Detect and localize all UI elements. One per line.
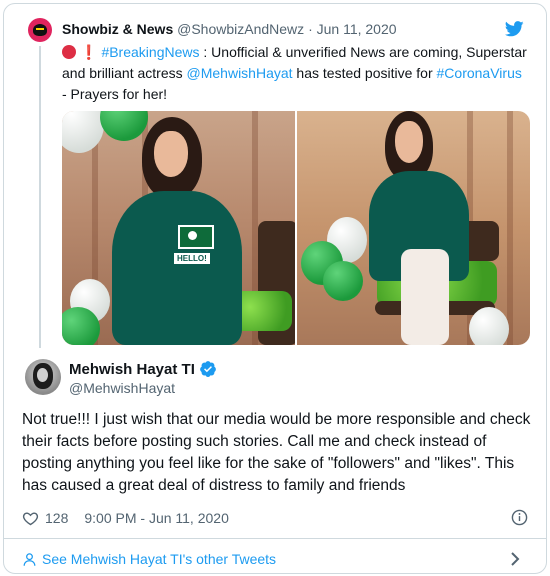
quoted-text-part3: - Prayers for her!: [62, 86, 168, 102]
like-count[interactable]: 128: [45, 510, 68, 526]
thread-line: [39, 46, 41, 348]
tweet-meta-row: 128 9:00 PM - Jun 11, 2020: [22, 508, 528, 528]
other-tweets-link[interactable]: See Mehwish Hayat TI's other Tweets: [22, 550, 528, 568]
media-grid: HELLO!: [62, 111, 530, 345]
tweet-text: Not true!!! I just wish that our media w…: [22, 411, 531, 494]
hashtag-breakingnews-link[interactable]: #BreakingNews: [101, 44, 199, 60]
footer-divider: [4, 538, 546, 539]
embedded-tweet-card: Showbiz & News @ShowbizAndNewz · Jun 11,…: [3, 3, 547, 574]
mention-mehwishhayat-link[interactable]: @MehwishHayat: [187, 65, 293, 81]
tweet-timestamp[interactable]: 9:00 PM - Jun 11, 2020: [84, 510, 229, 526]
quoted-author-handle[interactable]: @ShowbizAndNewz: [177, 21, 304, 37]
info-icon[interactable]: [511, 509, 528, 526]
author-avatar[interactable]: [25, 359, 61, 395]
twitter-bird-icon[interactable]: [505, 21, 524, 37]
quoted-header: Showbiz & News @ShowbizAndNewz · Jun 11,…: [62, 21, 397, 37]
quoted-author-name[interactable]: Showbiz & News: [62, 21, 173, 37]
other-tweets-label[interactable]: See Mehwish Hayat TI's other Tweets: [42, 551, 276, 567]
hashtag-coronavirus-link[interactable]: #CoronaVirus: [437, 65, 522, 81]
person-icon: [23, 552, 36, 566]
quoted-tweet-text: ❗ #BreakingNews : Unofficial & unverified…: [62, 42, 530, 105]
quoted-separator: ·: [308, 21, 317, 37]
exclamation-emoji: ❗: [80, 44, 98, 60]
author-handle[interactable]: @MehwishHayat: [69, 380, 175, 396]
photo-flag-label: HELLO!: [174, 253, 210, 264]
quoted-date[interactable]: Jun 11, 2020: [317, 21, 397, 37]
quoted-avatar[interactable]: [28, 18, 52, 42]
verified-badge-icon: [199, 361, 216, 377]
quoted-text-part2: has tested positive for: [292, 65, 437, 81]
author-name-row[interactable]: Mehwish Hayat TI: [69, 360, 217, 378]
media-photo-2[interactable]: [297, 111, 530, 345]
heart-icon[interactable]: [22, 510, 39, 527]
media-photo-1[interactable]: HELLO!: [62, 111, 295, 345]
author-name[interactable]: Mehwish Hayat TI: [69, 361, 195, 378]
chevron-right-icon[interactable]: [508, 551, 522, 567]
red-circle-emoji: [62, 45, 76, 59]
